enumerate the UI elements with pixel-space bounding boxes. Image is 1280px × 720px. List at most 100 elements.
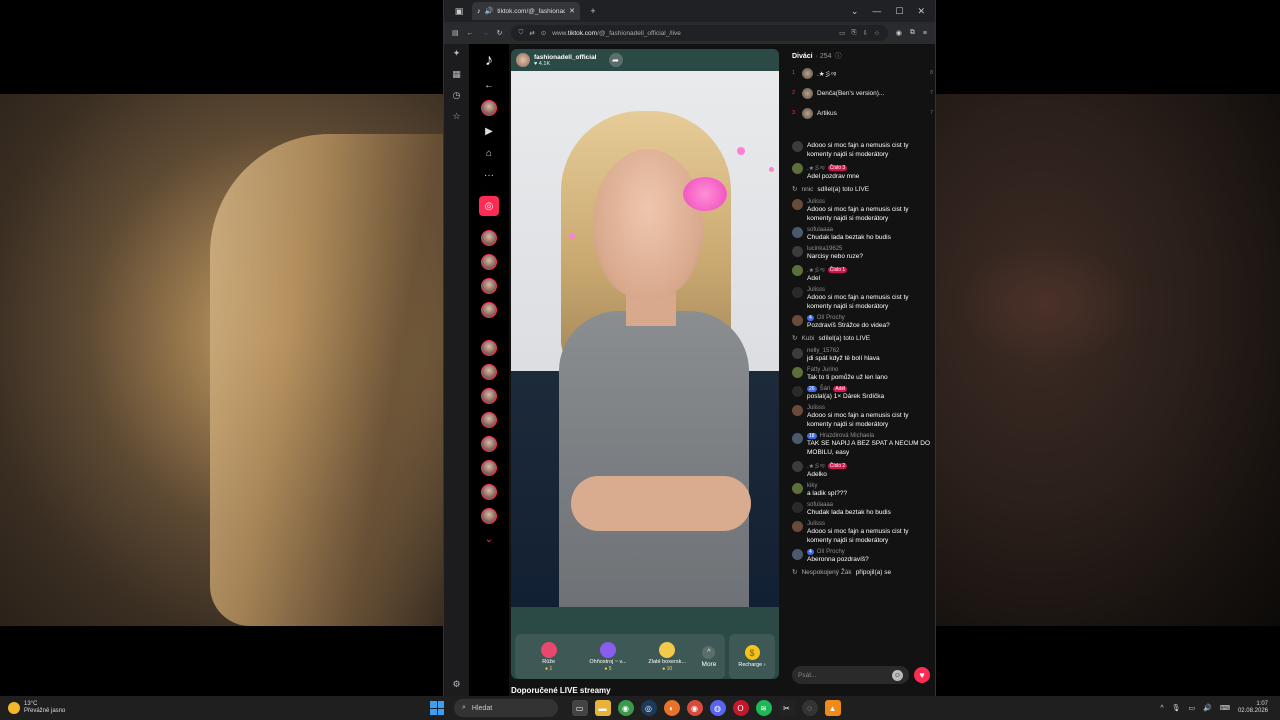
capcut-icon[interactable]: ✂ [778,700,795,716]
info-icon[interactable]: ⓘ [835,51,842,61]
top-viewer[interactable]: 2 Denča(Ben's version)... 7 [787,83,935,103]
history-icon[interactable]: ◷ [453,90,461,101]
nav-avatar-10[interactable] [481,460,497,476]
streamer-name[interactable]: fashionadell_official [534,54,597,61]
nav-avatar-5[interactable] [481,340,497,356]
forward-icon[interactable]: → [482,30,489,37]
gift-item[interactable]: Ohňostroj ~ v... ● 5 [583,641,633,672]
top-viewer[interactable]: 1 .★彡ᵒᵍ 8 [787,63,935,83]
nav-avatar-streamer[interactable] [481,100,497,116]
tab-tiktok[interactable]: ♪ 🔊 tiktok.com/@_fashionadell ✕ [472,2,580,20]
live-video[interactable] [511,71,779,607]
shield-icon[interactable]: ⛉ [519,29,524,37]
avatar[interactable] [792,246,803,257]
gift-item[interactable]: Zlaté boxersk... ● 10 [642,641,692,672]
pinboard-icon[interactable]: ▦ [452,69,461,80]
live-camera-icon[interactable]: ▶ [481,123,497,139]
more-dots-icon[interactable]: ··· [481,167,497,183]
nav-avatar-8[interactable] [481,412,497,428]
ai-sparkle-icon[interactable]: ✦ [453,48,461,59]
nav-avatar-11[interactable] [481,484,497,500]
menu-icon[interactable]: ≡ [923,30,927,37]
maximize-icon[interactable]: ☐ [895,6,903,17]
chevron-down-icon[interactable]: ⌄ [481,531,497,547]
like-heart-icon[interactable]: ♥ [914,667,930,683]
avatar[interactable] [792,141,803,152]
avatar[interactable] [792,386,803,397]
chevron-down-icon[interactable]: ⌄ [851,6,859,17]
microphone-icon[interactable]: 🎙 [1172,704,1181,712]
avatar[interactable] [792,287,803,298]
clock[interactable]: 1:07 02.08.2026 [1238,701,1268,715]
firefox-icon[interactable]: ◐ [663,700,680,716]
emoji-icon[interactable]: ☺ [892,669,903,681]
chat-username[interactable]: nnic [801,186,813,193]
nav-avatar-12[interactable] [481,508,497,524]
nav-avatar-1[interactable] [481,230,497,246]
discord-icon[interactable]: ◍ [709,700,726,716]
avatar[interactable] [792,227,803,238]
avatar[interactable] [792,367,803,378]
nav-avatar-2[interactable] [481,254,497,270]
spotify-icon[interactable]: ≋ [755,700,772,716]
chat-username[interactable]: .★彡ᵒᵍ [807,265,825,274]
profile-icon[interactable]: ◉ [896,29,902,37]
avatar[interactable] [792,521,803,532]
avatar[interactable] [792,265,803,276]
tab-close-icon[interactable]: ✕ [569,7,575,15]
reload-icon[interactable]: ↻ [497,29,503,37]
start-icon[interactable] [430,701,444,715]
chat-username[interactable]: .★彡ᵒᵍ [807,163,825,172]
download-icon[interactable]: ⇩ [863,29,868,37]
home-icon[interactable]: ⌂ [481,145,497,161]
nav-avatar-4[interactable] [481,302,497,318]
avatar[interactable] [792,315,803,326]
task-view-icon[interactable]: ▭ [571,700,588,716]
connection-icon[interactable]: ⇄ [529,29,534,37]
nav-avatar-7[interactable] [481,388,497,404]
avatar[interactable] [792,549,803,560]
language-icon[interactable]: ⌨ [1220,704,1230,712]
url-field[interactable]: ⛉ ⇄ ⊙ www.tiktok.com/@_fashionadell_offi… [510,25,888,41]
avatar[interactable] [792,199,803,210]
streamer-avatar[interactable] [516,53,530,67]
workspaces-icon[interactable]: ▣ [452,4,466,18]
avatar[interactable] [792,405,803,416]
avatar[interactable] [792,502,803,513]
network-icon[interactable]: ▭ [1189,704,1196,712]
file-explorer-icon[interactable]: ▬ [594,700,611,716]
top-viewer[interactable]: 3 Artikus 7 [787,103,935,123]
avatar[interactable] [792,483,803,494]
more-gifts-button[interactable]: ^ More [702,645,716,668]
minimize-icon[interactable]: — [872,6,881,17]
close-window-icon[interactable]: ✕ [917,6,925,17]
opera-icon[interactable]: O [732,700,749,716]
share-icon[interactable]: ➦ [608,53,623,67]
bookmarks-icon[interactable]: ☆ [452,111,460,122]
weather-widget[interactable]: 13°C Převážně jasno [0,701,430,715]
chat-username[interactable]: Nespokojený Žák [801,569,851,576]
nav-avatar-9[interactable] [481,436,497,452]
taskbar-search[interactable]: ⌕ Hledat [454,699,558,717]
chat-messages[interactable]: Adooo si moc fajn a nemusis cist ty kome… [787,141,935,651]
volume-icon[interactable]: 🔊 [1203,704,1212,712]
nav-avatar-6[interactable] [481,364,497,380]
recharge-button[interactable]: $ Recharge › [729,634,775,679]
speaker-icon[interactable]: 🔊 [485,7,494,15]
obs-icon[interactable]: ◌ [801,700,818,716]
extensions-icon[interactable]: ⧉ [910,29,915,37]
live-button-icon[interactable]: ◎ [479,196,499,216]
vlc-icon[interactable]: ▲ [824,700,841,716]
steam-icon[interactable]: ◎ [640,700,657,716]
new-tab-icon[interactable]: + [586,4,600,18]
avatar[interactable] [792,348,803,359]
tray-chevron-icon[interactable]: ^ [1160,705,1163,712]
avatar[interactable] [792,163,803,174]
cast-icon[interactable]: ▭ [839,29,845,37]
back-arrow-icon[interactable]: ← [481,77,497,93]
chrome-alt-icon[interactable]: ◉ [686,700,703,716]
chrome-icon[interactable]: ◉ [617,700,634,716]
site-info-icon[interactable]: ⊙ [541,29,546,37]
gift-item[interactable]: Růže ● 1 [524,641,574,672]
sidebar-toggle-icon[interactable]: ▤ [452,29,459,37]
